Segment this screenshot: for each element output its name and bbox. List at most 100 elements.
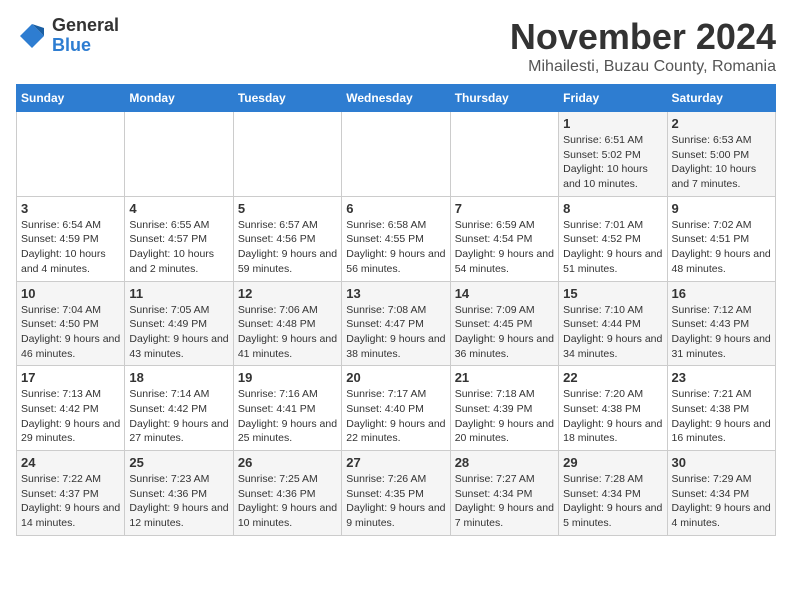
calendar-cell: 1Sunrise: 6:51 AM Sunset: 5:02 PM Daylig… <box>559 112 667 197</box>
calendar-cell: 23Sunrise: 7:21 AM Sunset: 4:38 PM Dayli… <box>667 366 775 451</box>
day-info: Sunrise: 7:23 AM Sunset: 4:36 PM Dayligh… <box>129 472 228 531</box>
day-number: 24 <box>21 455 120 470</box>
day-info: Sunrise: 7:14 AM Sunset: 4:42 PM Dayligh… <box>129 387 228 446</box>
day-info: Sunrise: 7:06 AM Sunset: 4:48 PM Dayligh… <box>238 303 337 362</box>
weekday-header: Tuesday <box>233 85 341 112</box>
calendar-cell: 26Sunrise: 7:25 AM Sunset: 4:36 PM Dayli… <box>233 451 341 536</box>
calendar-table: SundayMondayTuesdayWednesdayThursdayFrid… <box>16 84 776 536</box>
calendar-week-row: 10Sunrise: 7:04 AM Sunset: 4:50 PM Dayli… <box>17 281 776 366</box>
day-number: 2 <box>672 116 771 131</box>
calendar-cell <box>17 112 125 197</box>
weekday-header: Wednesday <box>342 85 450 112</box>
day-number: 14 <box>455 286 554 301</box>
calendar-cell <box>450 112 558 197</box>
calendar-cell: 2 Sunrise: 6:53 AM Sunset: 5:00 PM Daylig… <box>667 112 775 197</box>
day-number: 12 <box>238 286 337 301</box>
day-number: 30 <box>672 455 771 470</box>
calendar-cell: 30 Sunrise: 7:29 AM Sunset: 4:34 PM Dayli… <box>667 451 775 536</box>
logo-blue: Blue <box>52 35 91 55</box>
day-info: Sunrise: 7:28 AM Sunset: 4:34 PM Dayligh… <box>563 472 662 531</box>
calendar-week-row: 3 Sunrise: 6:54 AM Sunset: 4:59 PM Daylig… <box>17 196 776 281</box>
day-number: 11 <box>129 286 228 301</box>
calendar-cell: 17Sunrise: 7:13 AM Sunset: 4:42 PM Dayli… <box>17 366 125 451</box>
day-info: Sunrise: 6:58 AM Sunset: 4:55 PM Dayligh… <box>346 218 445 277</box>
day-info: Sunrise: 7:17 AM Sunset: 4:40 PM Dayligh… <box>346 387 445 446</box>
day-number: 13 <box>346 286 445 301</box>
calendar-cell: 5 Sunrise: 6:57 AM Sunset: 4:56 PM Daylig… <box>233 196 341 281</box>
day-number: 6 <box>346 201 445 216</box>
day-info: Sunrise: 6:59 AM Sunset: 4:54 PM Dayligh… <box>455 218 554 277</box>
calendar-cell: 11Sunrise: 7:05 AM Sunset: 4:49 PM Dayli… <box>125 281 233 366</box>
day-number: 8 <box>563 201 662 216</box>
weekday-header: Monday <box>125 85 233 112</box>
logo-icon <box>16 20 48 52</box>
calendar-cell: 29 Sunrise: 7:28 AM Sunset: 4:34 PM Dayli… <box>559 451 667 536</box>
day-number: 20 <box>346 370 445 385</box>
day-info: Sunrise: 7:16 AM Sunset: 4:41 PM Dayligh… <box>238 387 337 446</box>
calendar-cell: 25 Sunrise: 7:23 AM Sunset: 4:36 PM Dayli… <box>125 451 233 536</box>
calendar-cell: 4 Sunrise: 6:55 AM Sunset: 4:57 PM Daylig… <box>125 196 233 281</box>
day-number: 29 <box>563 455 662 470</box>
day-number: 26 <box>238 455 337 470</box>
calendar-cell: 16 Sunrise: 7:12 AM Sunset: 4:43 PM Dayli… <box>667 281 775 366</box>
calendar-cell: 10Sunrise: 7:04 AM Sunset: 4:50 PM Dayli… <box>17 281 125 366</box>
weekday-header: Thursday <box>450 85 558 112</box>
day-info: Sunrise: 7:02 AM Sunset: 4:51 PM Dayligh… <box>672 218 771 277</box>
day-number: 21 <box>455 370 554 385</box>
day-info: Sunrise: 7:18 AM Sunset: 4:39 PM Dayligh… <box>455 387 554 446</box>
month-title: November 2024 <box>510 16 776 58</box>
calendar-cell: 3 Sunrise: 6:54 AM Sunset: 4:59 PM Daylig… <box>17 196 125 281</box>
calendar-cell: 22Sunrise: 7:20 AM Sunset: 4:38 PM Dayli… <box>559 366 667 451</box>
calendar-week-row: 24 Sunrise: 7:22 AM Sunset: 4:37 PM Dayli… <box>17 451 776 536</box>
header-row: SundayMondayTuesdayWednesdayThursdayFrid… <box>17 85 776 112</box>
day-info: Sunrise: 7:10 AM Sunset: 4:44 PM Dayligh… <box>563 303 662 362</box>
logo-text: General Blue <box>52 16 119 56</box>
page-header: General Blue November 2024 Mihailesti, B… <box>16 16 776 76</box>
calendar-cell: 7 Sunrise: 6:59 AM Sunset: 4:54 PM Daylig… <box>450 196 558 281</box>
day-number: 3 <box>21 201 120 216</box>
day-info: Sunrise: 7:08 AM Sunset: 4:47 PM Dayligh… <box>346 303 445 362</box>
calendar-cell: 24 Sunrise: 7:22 AM Sunset: 4:37 PM Dayli… <box>17 451 125 536</box>
calendar-cell: 15Sunrise: 7:10 AM Sunset: 4:44 PM Dayli… <box>559 281 667 366</box>
day-info: Sunrise: 7:04 AM Sunset: 4:50 PM Dayligh… <box>21 303 120 362</box>
calendar-cell: 6 Sunrise: 6:58 AM Sunset: 4:55 PM Daylig… <box>342 196 450 281</box>
day-info: Sunrise: 6:53 AM Sunset: 5:00 PM Dayligh… <box>672 133 771 192</box>
day-info: Sunrise: 6:54 AM Sunset: 4:59 PM Dayligh… <box>21 218 120 277</box>
calendar-cell: 13 Sunrise: 7:08 AM Sunset: 4:47 PM Dayli… <box>342 281 450 366</box>
day-info: Sunrise: 7:01 AM Sunset: 4:52 PM Dayligh… <box>563 218 662 277</box>
title-area: November 2024 Mihailesti, Buzau County, … <box>510 16 776 76</box>
day-info: Sunrise: 6:55 AM Sunset: 4:57 PM Dayligh… <box>129 218 228 277</box>
day-number: 19 <box>238 370 337 385</box>
day-info: Sunrise: 7:22 AM Sunset: 4:37 PM Dayligh… <box>21 472 120 531</box>
day-number: 5 <box>238 201 337 216</box>
day-number: 23 <box>672 370 771 385</box>
weekday-header: Friday <box>559 85 667 112</box>
calendar-cell: 28 Sunrise: 7:27 AM Sunset: 4:34 PM Dayli… <box>450 451 558 536</box>
calendar-week-row: 1Sunrise: 6:51 AM Sunset: 5:02 PM Daylig… <box>17 112 776 197</box>
day-number: 7 <box>455 201 554 216</box>
day-info: Sunrise: 7:27 AM Sunset: 4:34 PM Dayligh… <box>455 472 554 531</box>
calendar-cell: 21 Sunrise: 7:18 AM Sunset: 4:39 PM Dayli… <box>450 366 558 451</box>
day-info: Sunrise: 6:57 AM Sunset: 4:56 PM Dayligh… <box>238 218 337 277</box>
calendar-cell: 9 Sunrise: 7:02 AM Sunset: 4:51 PM Daylig… <box>667 196 775 281</box>
calendar-cell <box>342 112 450 197</box>
day-number: 9 <box>672 201 771 216</box>
day-info: Sunrise: 7:12 AM Sunset: 4:43 PM Dayligh… <box>672 303 771 362</box>
day-number: 18 <box>129 370 228 385</box>
day-number: 4 <box>129 201 228 216</box>
logo: General Blue <box>16 16 119 56</box>
calendar-header: SundayMondayTuesdayWednesdayThursdayFrid… <box>17 85 776 112</box>
calendar-cell: 27Sunrise: 7:26 AM Sunset: 4:35 PM Dayli… <box>342 451 450 536</box>
calendar-cell <box>125 112 233 197</box>
day-number: 25 <box>129 455 228 470</box>
day-info: Sunrise: 6:51 AM Sunset: 5:02 PM Dayligh… <box>563 133 662 192</box>
day-number: 28 <box>455 455 554 470</box>
day-number: 16 <box>672 286 771 301</box>
day-number: 17 <box>21 370 120 385</box>
day-info: Sunrise: 7:26 AM Sunset: 4:35 PM Dayligh… <box>346 472 445 531</box>
day-info: Sunrise: 7:20 AM Sunset: 4:38 PM Dayligh… <box>563 387 662 446</box>
calendar-body: 1Sunrise: 6:51 AM Sunset: 5:02 PM Daylig… <box>17 112 776 536</box>
calendar-week-row: 17Sunrise: 7:13 AM Sunset: 4:42 PM Dayli… <box>17 366 776 451</box>
location: Mihailesti, Buzau County, Romania <box>510 58 776 76</box>
day-info: Sunrise: 7:29 AM Sunset: 4:34 PM Dayligh… <box>672 472 771 531</box>
